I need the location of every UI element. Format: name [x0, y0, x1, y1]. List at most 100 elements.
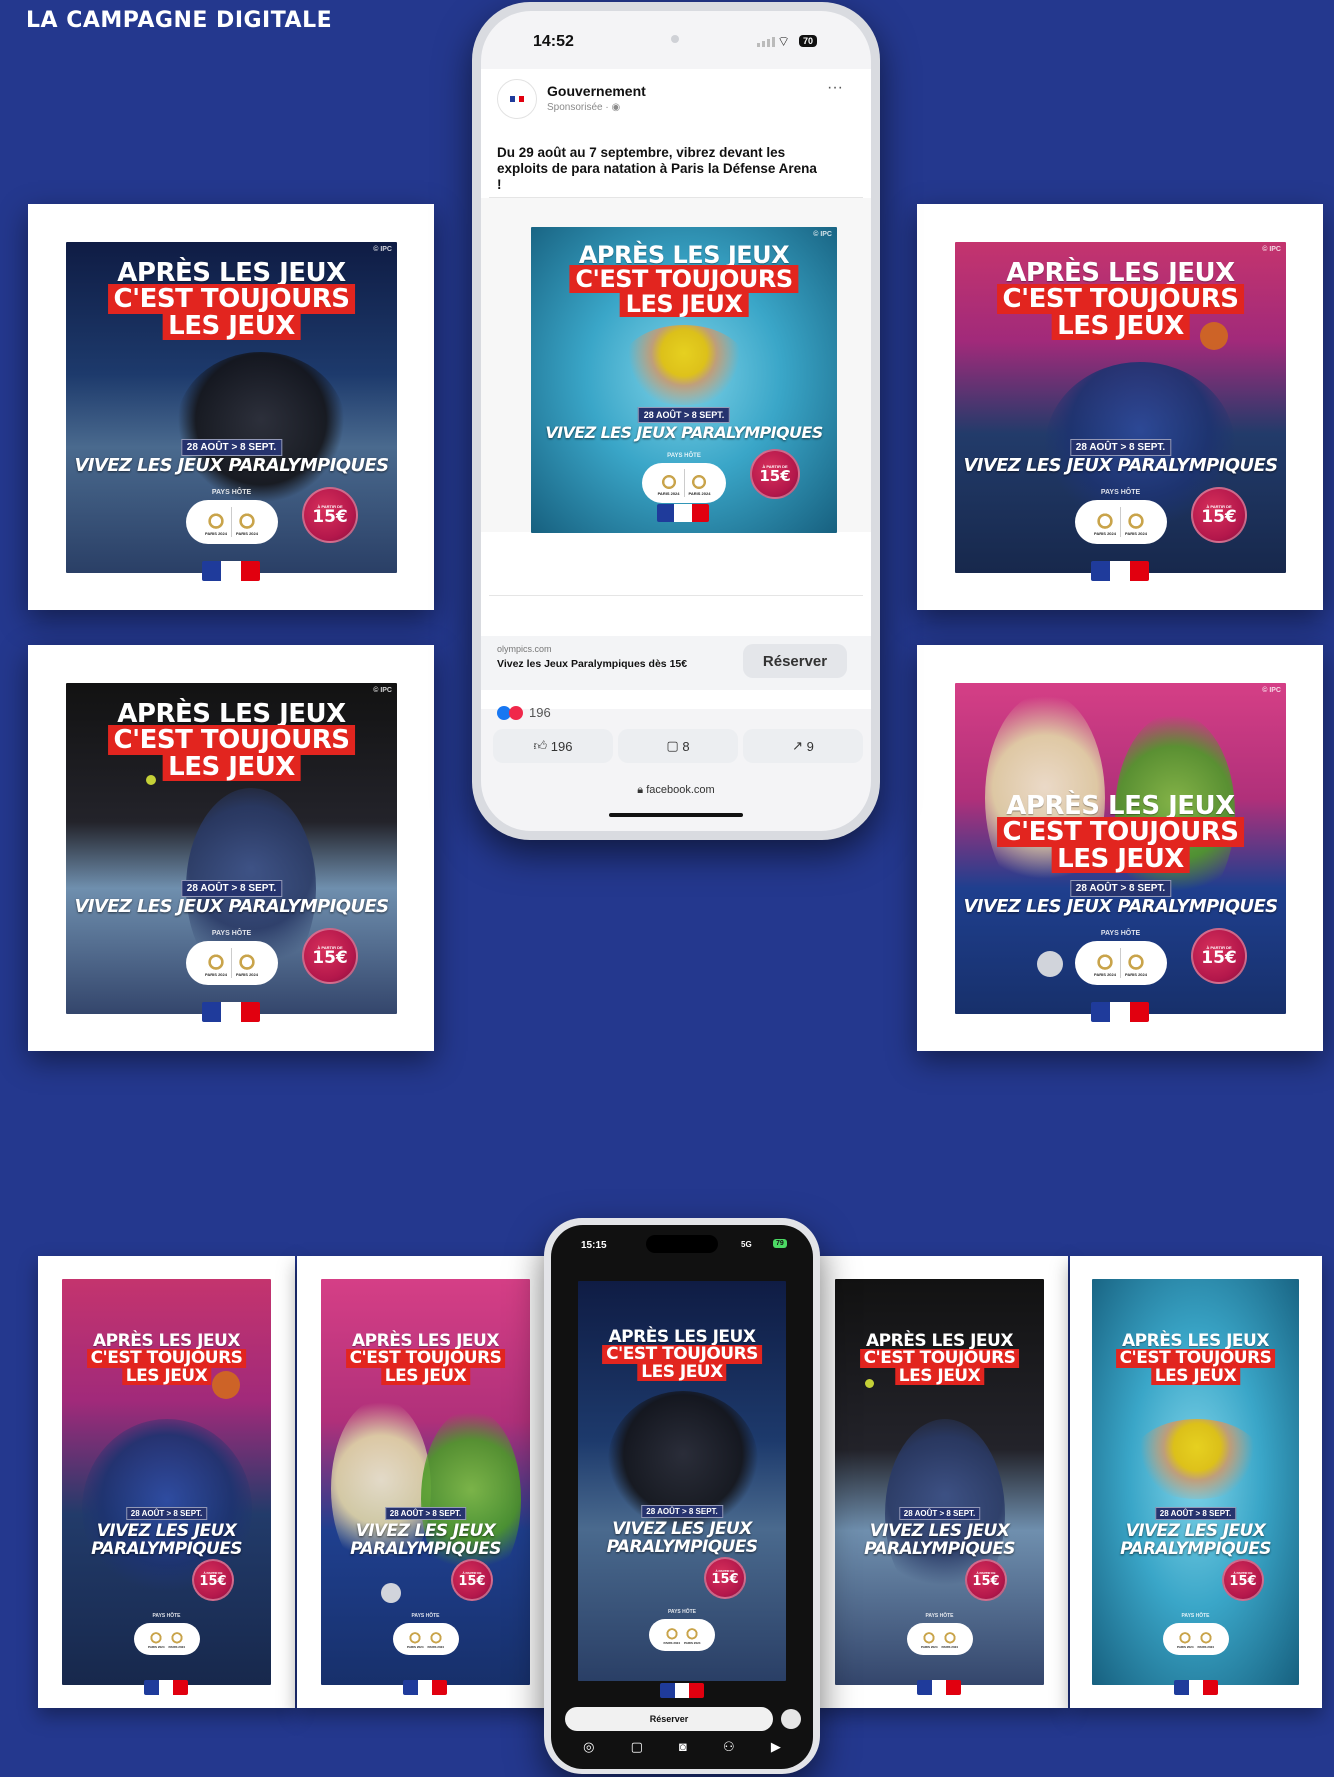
- paris-2024-logos: PARIS 2024 PARIS 2024: [185, 500, 278, 544]
- swimmer-silhouette: [621, 325, 747, 405]
- dynamic-island: [646, 1235, 718, 1253]
- share-button[interactable]: ↗ 9: [743, 729, 863, 763]
- battery-indicator: 79: [773, 1239, 787, 1248]
- divider: [489, 595, 863, 596]
- camera-notch: [671, 35, 679, 43]
- price-badge: À PARTIR DE 15€: [302, 928, 358, 984]
- price-badge: À PARTIR DE 15€: [192, 1559, 234, 1601]
- play-icon[interactable]: ▶: [771, 1739, 781, 1755]
- send-icon[interactable]: [781, 1709, 801, 1729]
- price-badge: À PARTIR DE 15€: [750, 449, 800, 499]
- paris-2024-logos: PARIS 2024 PARIS 2024: [642, 463, 726, 503]
- status-time: 14:52: [533, 33, 574, 50]
- price-badge: À PARTIR DE 15€: [704, 1557, 746, 1599]
- football-icon: [1037, 951, 1063, 977]
- thumbs-up-icon: 👍︎: [533, 738, 548, 753]
- poster-blind-football: © IPC APRÈS LES JEUX C'EST TOUJOURS LES …: [955, 683, 1286, 1014]
- story-poster-wheelchair-racing[interactable]: APRÈS LES JEUX C'EST TOUJOURS LES JEUX 2…: [578, 1281, 786, 1681]
- paris-2024-logos: PARIS 2024 PARIS 2024: [649, 1619, 715, 1651]
- paris-2024-logos: PARIS 2024 PARIS 2024: [1074, 500, 1167, 544]
- comment-button[interactable]: ▢ 8: [618, 729, 738, 763]
- signal-icon: [757, 37, 775, 47]
- poster-wheelchair-racing: © IPC APRÈS LES JEUX C'EST TOUJOURS LES …: [66, 242, 397, 573]
- square-ad-card-blind-football: © IPC APRÈS LES JEUX C'EST TOUJOURS LES …: [917, 645, 1323, 1051]
- location-icon[interactable]: ◎: [583, 1739, 594, 1755]
- poster-dates: 28 AOÛT > 8 SEPT.: [180, 439, 283, 456]
- france-flag: [1174, 1680, 1218, 1695]
- square-ad-card-wheelchair-tennis: © IPC APRÈS LES JEUX C'EST TOUJOURS LES …: [28, 645, 434, 1051]
- paris-2024-logos: PARIS 2024 PARIS 2024: [906, 1623, 973, 1655]
- url-bar[interactable]: 🔒︎ facebook.com: [481, 784, 871, 797]
- page-heading: LA CAMPAGNE DIGITALE: [26, 8, 333, 33]
- price-badge: À PARTIR DE 15€: [1191, 487, 1247, 543]
- tennis-ball-icon: [146, 775, 156, 785]
- price-badge: À PARTIR DE 15€: [1191, 928, 1247, 984]
- france-flag: [202, 1002, 260, 1022]
- story-poster-football: APRÈS LES JEUX C'EST TOUJOURS LES JEUX 2…: [321, 1279, 530, 1685]
- paris-2024-logos: PARIS 2024 PARIS 2024: [1074, 941, 1167, 985]
- story-cta-button[interactable]: Réserver: [565, 1707, 773, 1731]
- story-poster-basketball: APRÈS LES JEUX C'EST TOUJOURS LES JEUX 2…: [62, 1279, 271, 1685]
- price-badge: À PARTIR DE 15€: [451, 1559, 493, 1601]
- paris-2024-logos: PARIS 2024 PARIS 2024: [133, 1623, 200, 1655]
- link-preview[interactable]: olympics.com Vivez les Jeux Paralympique…: [481, 636, 871, 690]
- post-media[interactable]: © IPC APRÈS LES JEUX C'EST TOUJOURS LES …: [481, 198, 871, 533]
- poster-vivez: VIVEZ LES JEUX PARALYMPIQUES: [74, 455, 389, 476]
- home-indicator[interactable]: [609, 813, 743, 817]
- link-domain: olympics.com: [497, 644, 552, 654]
- love-reaction-icon: [509, 705, 523, 720]
- post-text: Du 29 août au 7 septembre, vibrez devant…: [497, 145, 817, 192]
- price-badge: À PARTIR DE 15€: [302, 487, 358, 543]
- france-flag: [1091, 561, 1149, 581]
- network-label: 5G: [741, 1240, 752, 1249]
- share-icon: ↗: [792, 738, 804, 753]
- basketball-icon: [1200, 322, 1228, 350]
- paris-2024-logos: PARIS 2024 PARIS 2024: [185, 941, 278, 985]
- page-name[interactable]: Gouvernement: [547, 83, 646, 99]
- football-icon: [381, 1583, 401, 1603]
- reactions-row[interactable]: 196: [497, 705, 551, 720]
- square-ad-card-wheelchair-basketball: © IPC APRÈS LES JEUX C'EST TOUJOURS LES …: [917, 204, 1323, 610]
- poster-wheelchair-tennis: © IPC APRÈS LES JEUX C'EST TOUJOURS LES …: [66, 683, 397, 1014]
- basketball-icon: [212, 1371, 240, 1399]
- status-time: 15:15: [581, 1240, 607, 1251]
- france-flag: [202, 561, 260, 581]
- square-ad-card-wheelchair-racing: © IPC APRÈS LES JEUX C'EST TOUJOURS LES …: [28, 204, 434, 610]
- book-button[interactable]: Réserver: [743, 644, 847, 678]
- story-poster-swimming: APRÈS LES JEUX C'EST TOUJOURS LES JEUX 2…: [1092, 1279, 1299, 1685]
- poster-title-line3: LES JEUX: [162, 312, 301, 340]
- story-bottom-nav: ◎ ▢ ◙ ⚇ ▶: [551, 1739, 813, 1755]
- more-options-icon[interactable]: ···: [827, 79, 843, 97]
- wifi-icon: ⌔: [777, 33, 791, 49]
- story-card-tennis: APRÈS LES JEUX C'EST TOUJOURS LES JEUX 2…: [811, 1256, 1068, 1708]
- battery-indicator: 70: [799, 35, 818, 47]
- price-badge: À PARTIR DE 15€: [1222, 1559, 1264, 1601]
- poster-para-swimming: © IPC APRÈS LES JEUX C'EST TOUJOURS LES …: [531, 227, 837, 533]
- chat-icon[interactable]: ▢: [631, 1739, 643, 1755]
- athlete-silhouette: [176, 352, 346, 502]
- france-flag: [1091, 1002, 1149, 1022]
- tennis-ball-icon: [865, 1379, 874, 1388]
- poster-wheelchair-basketball: © IPC APRÈS LES JEUX C'EST TOUJOURS LES …: [955, 242, 1286, 573]
- globe-icon: ◉: [611, 102, 621, 113]
- ipc-credit: © IPC: [373, 246, 392, 253]
- story-screen: 15:15 5G 79 APRÈS LES JEUX C'EST TOUJOUR…: [551, 1225, 813, 1769]
- like-button[interactable]: 👍︎ 196: [493, 729, 613, 763]
- france-flag: [917, 1680, 961, 1695]
- story-card-basketball: APRÈS LES JEUX C'EST TOUJOURS LES JEUX 2…: [38, 1256, 295, 1708]
- lock-icon: 🔒︎: [637, 784, 647, 796]
- france-flag: [403, 1680, 447, 1695]
- france-flag: [144, 1680, 188, 1695]
- camera-icon[interactable]: ◙: [679, 1739, 687, 1755]
- paris-2024-logos: PARIS 2024 PARIS 2024: [392, 1623, 459, 1655]
- story-card-swimming: APRÈS LES JEUX C'EST TOUJOURS LES JEUX 2…: [1070, 1256, 1322, 1708]
- friends-icon[interactable]: ⚇: [723, 1739, 735, 1755]
- sponsored-label: Sponsorisée · ◉: [547, 102, 621, 113]
- swimmer-silhouette: [1132, 1419, 1262, 1499]
- price-badge: À PARTIR DE 15€: [965, 1559, 1007, 1601]
- link-title: Vivez les Jeux Paralympiques dès 15€: [497, 658, 688, 670]
- story-poster-tennis: APRÈS LES JEUX C'EST TOUJOURS LES JEUX 2…: [835, 1279, 1044, 1685]
- phone-screen: 14:52 ⌔ 70 Gouvernement Sponsorisée · ◉ …: [481, 11, 871, 831]
- paris-2024-logos: PARIS 2024 PARIS 2024: [1162, 1623, 1229, 1655]
- phone-facebook-ad: 14:52 ⌔ 70 Gouvernement Sponsorisée · ◉ …: [472, 2, 880, 840]
